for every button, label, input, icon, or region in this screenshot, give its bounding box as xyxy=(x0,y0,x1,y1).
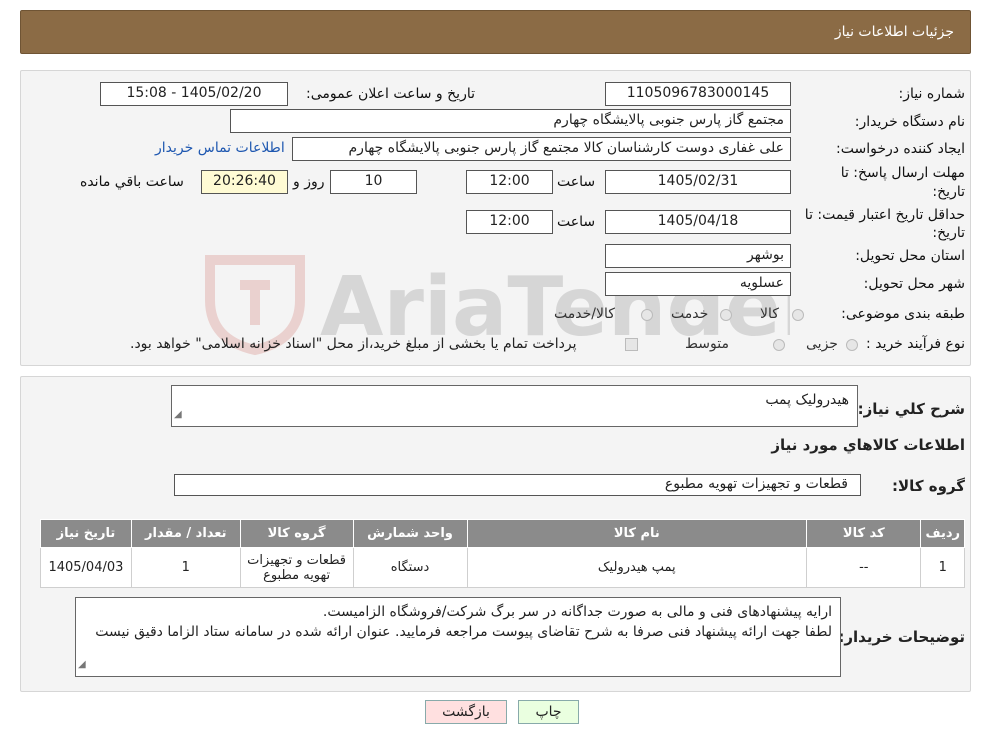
resize-grip-icon[interactable]: ◢ xyxy=(174,405,182,425)
price-validity-date-field: 1405/04/18 xyxy=(605,210,791,234)
col-group-header: گروه کالا xyxy=(239,519,354,548)
cell-unit: دستگاه xyxy=(352,547,468,588)
deadline-label-date: تاریخ: xyxy=(932,184,965,200)
remaining-days-field: 10 xyxy=(330,170,417,194)
need-number-field: 1105096783000145 xyxy=(605,82,791,106)
cell-date: 1405/04/03 xyxy=(40,547,132,588)
page-title: جزئیات اطلاعات نیاز xyxy=(834,24,954,40)
price-validity-label: حداقل تاریخ اعتبار قیمت: تا xyxy=(804,207,965,223)
goods-table: رديف کد کالا نام کالا واحد شمارش گروه کا… xyxy=(40,519,965,588)
price-validity-time-field: 12:00 xyxy=(466,210,553,234)
price-validity-label-date: تاریخ: xyxy=(932,225,965,241)
col-code-header: کد کالا xyxy=(806,519,922,548)
cell-qty: 1 xyxy=(130,547,241,588)
deadline-time-field: 12:00 xyxy=(466,170,553,194)
back-button[interactable]: بازگشت xyxy=(425,700,507,724)
process-type-label: نوع فرآیند خرید : xyxy=(866,336,965,352)
requester-field: علی غفاری دوست کارشناسان کالا مجتمع گاز … xyxy=(292,137,791,161)
resize-grip-icon[interactable]: ◢ xyxy=(78,655,86,675)
remaining-time-label: ساعت باقي مانده xyxy=(80,174,184,190)
delivery-city-label: شهر محل تحویل: xyxy=(863,276,965,292)
category-goods-service-radio[interactable] xyxy=(641,309,653,321)
process-minor-label: جزیی xyxy=(806,336,838,352)
category-service-label: خدمت xyxy=(671,306,709,322)
buyer-notes-line-2: لطفا جهت ارائه پیشنهاد فنی صرفا به شرح ت… xyxy=(95,624,832,640)
goods-group-field: قطعات و تجهیزات تهویه مطبوع xyxy=(174,474,861,496)
goods-table-header: رديف کد کالا نام کالا واحد شمارش گروه کا… xyxy=(40,519,965,548)
deadline-time-label: ساعت xyxy=(557,174,596,190)
cell-name: پمپ هیدرولیک xyxy=(466,547,808,588)
goods-info-title: اطلاعات کالاهاي مورد نياز xyxy=(771,436,965,454)
category-goods-label: کالا xyxy=(760,306,779,322)
buyer-notes-textarea[interactable]: ارایه پیشنهادهای فنی و مالی به صورت جداگ… xyxy=(75,597,841,677)
announce-datetime-label: تاریخ و ساعت اعلان عمومی: xyxy=(306,86,475,102)
process-minor-radio[interactable] xyxy=(846,339,858,351)
col-qty-header: تعداد / مقدار xyxy=(130,519,241,548)
requester-label: ایجاد کننده درخواست: xyxy=(836,141,965,157)
cell-code: -- xyxy=(806,547,922,588)
process-medium-radio[interactable] xyxy=(773,339,785,351)
cell-row: 1 xyxy=(920,547,965,588)
page-header: جزئیات اطلاعات نیاز xyxy=(20,10,971,54)
deadline-label: مهلت ارسال پاسخ: تا xyxy=(840,165,965,181)
buyer-org-field: مجتمع گاز پارس جنوبی پالایشگاه چهارم xyxy=(230,109,791,133)
treasury-note: پرداخت تمام یا بخشی از مبلغ خرید،از محل … xyxy=(130,336,577,352)
announce-datetime-field: 1405/02/20 - 15:08 xyxy=(100,82,288,106)
cell-group: قطعات و تجهیزات تهویه مطبوع xyxy=(239,547,354,588)
days-label: روز و xyxy=(293,174,325,190)
summary-text: هیدرولیک پمب xyxy=(765,392,849,408)
goods-group-label: گروه کالا: xyxy=(892,477,965,495)
buyer-notes-line-1: ارایه پیشنهادهای فنی و مالی به صورت جداگ… xyxy=(322,604,832,620)
summary-textarea[interactable]: هیدرولیک پمب ◢ xyxy=(171,385,858,427)
category-label: طبقه بندی موضوعی: xyxy=(841,306,965,322)
col-row-header: رديف xyxy=(920,519,965,548)
col-date-header: تاریخ نیاز xyxy=(40,519,132,548)
category-goods-radio[interactable] xyxy=(792,309,804,321)
buyer-org-label: نام دستگاه خریدار: xyxy=(854,114,965,130)
category-service-radio[interactable] xyxy=(720,309,732,321)
col-name-header: نام کالا xyxy=(466,519,808,548)
buyer-contact-link[interactable]: اطلاعات تماس خریدار xyxy=(155,140,285,156)
process-medium-label: متوسط xyxy=(685,336,729,352)
category-goods-service-label: کالا/خدمت xyxy=(554,306,615,322)
delivery-city-field: عسلویه xyxy=(605,272,791,296)
buyer-notes-label: توضیحات خریدار: xyxy=(838,628,965,646)
col-unit-header: واحد شمارش xyxy=(352,519,468,548)
deadline-date-field: 1405/02/31 xyxy=(605,170,791,194)
summary-label: شرح کلي نياز: xyxy=(857,400,965,418)
need-number-label: شماره نیاز: xyxy=(898,86,966,102)
table-row: 1 -- پمپ هیدرولیک دستگاه قطعات و تجهیزات… xyxy=(40,547,965,588)
treasury-checkbox[interactable] xyxy=(625,338,638,351)
delivery-province-field: بوشهر xyxy=(605,244,791,268)
price-validity-time-label: ساعت xyxy=(557,214,596,230)
delivery-province-label: استان محل تحویل: xyxy=(855,248,965,264)
remaining-time-field: 20:26:40 xyxy=(201,170,288,194)
print-button[interactable]: چاپ xyxy=(518,700,579,724)
